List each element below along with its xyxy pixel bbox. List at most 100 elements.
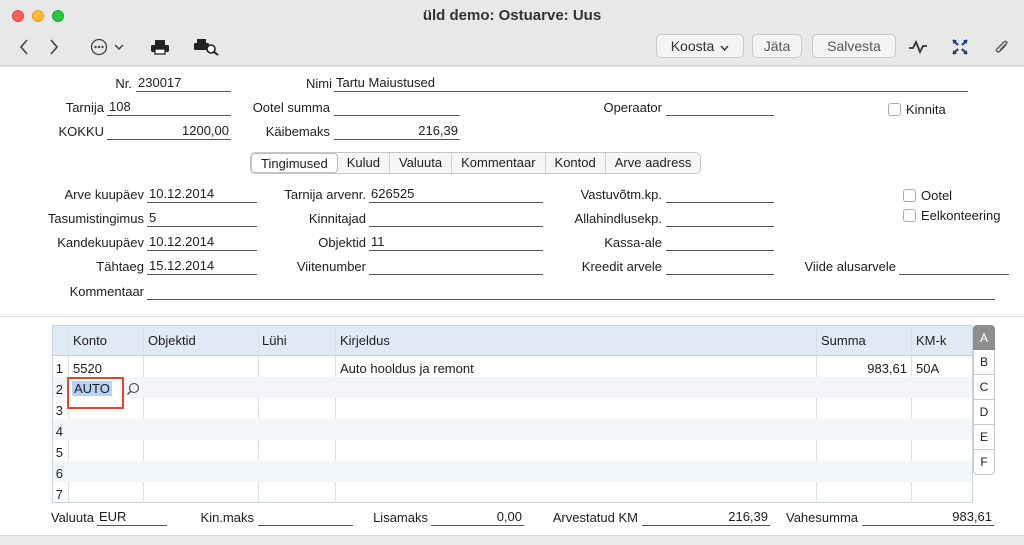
kokku-field[interactable]: 1200,00 — [107, 123, 231, 140]
more-options-icon[interactable] — [88, 36, 128, 58]
tarnija-arvenr-field[interactable]: 626525 — [369, 186, 543, 203]
arve-kuupaev-field[interactable]: 10.12.2014 — [147, 186, 257, 203]
row-number: 4 — [55, 424, 63, 439]
eelkonteering-checkbox[interactable] — [903, 209, 916, 222]
kommentaar-label: Kommentaar — [69, 284, 144, 299]
kinnita-label: Kinnita — [906, 102, 946, 117]
tab-kontod[interactable]: Kontod — [546, 153, 606, 173]
tasumistingimus-label: Tasumistingimus — [47, 211, 144, 226]
kokku-label: KOKKU — [58, 124, 104, 139]
letter-index: A B C D E F — [973, 325, 995, 475]
chevron-right-icon[interactable] — [44, 36, 64, 58]
cell-kirjeldus[interactable]: Auto hooldus ja remont — [340, 361, 474, 376]
letter-tab-a[interactable]: A — [973, 325, 995, 350]
lisamaks-field[interactable]: 0,00 — [431, 509, 524, 526]
ootel-summa-label: Ootel summa — [252, 100, 330, 115]
expand-icon[interactable] — [948, 36, 972, 58]
row-number: 5 — [55, 445, 63, 460]
tab-valuuta[interactable]: Valuuta — [390, 153, 453, 173]
col-header-summa[interactable]: Summa — [821, 333, 866, 348]
row-number: 7 — [55, 487, 63, 502]
col-header-konto[interactable]: Konto — [73, 333, 107, 348]
lookup-search-icon[interactable] — [126, 382, 140, 399]
col-header-kirjeldus[interactable]: Kirjeldus — [340, 333, 390, 348]
tab-kulud[interactable]: Kulud — [338, 153, 390, 173]
kandekuupaev-field[interactable]: 10.12.2014 — [147, 234, 257, 251]
vahesumma-label: Vahesumma — [785, 510, 858, 525]
letter-tab-c[interactable]: C — [973, 375, 995, 400]
kaibemaks-label: Käibemaks — [265, 124, 330, 139]
kinnitajad-field[interactable] — [369, 210, 543, 227]
letter-tab-d[interactable]: D — [973, 400, 995, 425]
tasumistingimus-field[interactable]: 5 — [147, 210, 257, 227]
cell-kmk[interactable]: 50A — [916, 361, 939, 376]
col-header-kmk[interactable]: KM-k — [916, 333, 946, 348]
row-number: 6 — [55, 466, 63, 481]
vahesumma-field[interactable]: 983,61 — [862, 509, 994, 526]
row-number: 3 — [55, 403, 63, 418]
row-stripe — [53, 377, 972, 398]
nimi-field[interactable]: Tartu Maiustused — [334, 75, 968, 92]
cell-summa[interactable]: 983,61 — [821, 361, 907, 376]
cell-konto-editing[interactable]: AUTO — [72, 381, 112, 396]
rows-grid: Konto Objektid Lühi Kirjeldus Summa KM-k… — [52, 325, 973, 503]
nr-label: Nr. — [115, 76, 132, 91]
eelkonteering-label: Eelkonteering — [921, 208, 1001, 223]
objektid-field[interactable]: 11 — [369, 234, 543, 251]
viide-alusarvele-field[interactable] — [899, 258, 1009, 275]
koosta-label: Koosta — [670, 38, 715, 54]
allahindlusekp-field[interactable] — [666, 210, 774, 227]
letter-tab-b[interactable]: B — [973, 350, 995, 375]
row-number: 1 — [55, 361, 63, 376]
tarnija-field[interactable]: 108 — [107, 99, 231, 116]
vastuvotm-field[interactable] — [666, 186, 774, 203]
letter-tab-e[interactable]: E — [973, 425, 995, 450]
viitenumber-field[interactable] — [369, 258, 543, 275]
tab-tingimused[interactable]: Tingimused — [251, 153, 338, 173]
valuuta-field[interactable]: EUR — [97, 509, 167, 526]
chevron-left-icon[interactable] — [14, 36, 34, 58]
chevron-down-icon — [720, 38, 729, 54]
row-number: 2 — [55, 382, 63, 397]
allahindlusekp-label: Allahindlusekp. — [574, 211, 662, 226]
kinnitajad-label: Kinnitajad — [308, 211, 366, 226]
kaibemaks-field[interactable]: 216,39 — [334, 123, 460, 140]
print-preview-icon[interactable] — [192, 36, 220, 58]
cell-konto[interactable]: 5520 — [73, 361, 102, 376]
title-bar: üld demo: Ostuarve: Uus Koosta Jäta Salv… — [0, 0, 1024, 66]
kinmaks-field[interactable] — [258, 509, 353, 526]
col-header-luhi[interactable]: Lühi — [262, 333, 287, 348]
ootel-summa-field[interactable] — [334, 99, 460, 116]
operaator-label: Operaator — [603, 100, 662, 115]
nr-field[interactable]: 230017 — [136, 75, 231, 92]
status-strip — [0, 535, 1024, 545]
kreedit-arvele-field[interactable] — [666, 258, 774, 275]
tarnija-label: Tarnija — [65, 100, 104, 115]
tahtaeg-field[interactable]: 15.12.2014 — [147, 258, 257, 275]
salvesta-button[interactable]: Salvesta — [812, 34, 896, 58]
ootel-label: Ootel — [921, 188, 953, 203]
activity-icon[interactable] — [906, 36, 930, 58]
grid-header: Konto Objektid Lühi Kirjeldus Summa KM-k — [53, 326, 972, 356]
tarnija-arvenr-label: Tarnija arvenr. — [284, 187, 366, 202]
letter-tab-f[interactable]: F — [973, 450, 995, 475]
kinmaks-label: Kin.maks — [200, 510, 254, 525]
tab-kommentaar[interactable]: Kommentaar — [452, 153, 546, 173]
tab-arve-aadress[interactable]: Arve aadress — [606, 153, 701, 173]
ootel-checkbox[interactable] — [903, 189, 916, 202]
print-icon[interactable] — [148, 36, 172, 58]
attachment-icon[interactable] — [990, 36, 1014, 58]
jata-button[interactable]: Jäta — [752, 34, 802, 58]
kommentaar-field[interactable] — [147, 283, 995, 300]
arvestatud-km-field[interactable]: 216,39 — [642, 509, 770, 526]
koosta-button[interactable]: Koosta — [656, 34, 744, 58]
kinnita-checkbox[interactable] — [888, 103, 901, 116]
nimi-label: Nimi — [306, 76, 332, 91]
valuuta-label: Valuuta — [50, 510, 94, 525]
kreedit-arvele-label: Kreedit arvele — [581, 259, 662, 274]
purchase-invoice-form: Nr. 230017 Nimi Tartu Maiustused Tarnija… — [0, 67, 1024, 545]
kassa-ale-field[interactable] — [666, 234, 774, 251]
operaator-field[interactable] — [666, 99, 774, 116]
col-header-objektid[interactable]: Objektid — [148, 333, 196, 348]
tahtaeg-label: Tähtaeg — [96, 259, 144, 274]
